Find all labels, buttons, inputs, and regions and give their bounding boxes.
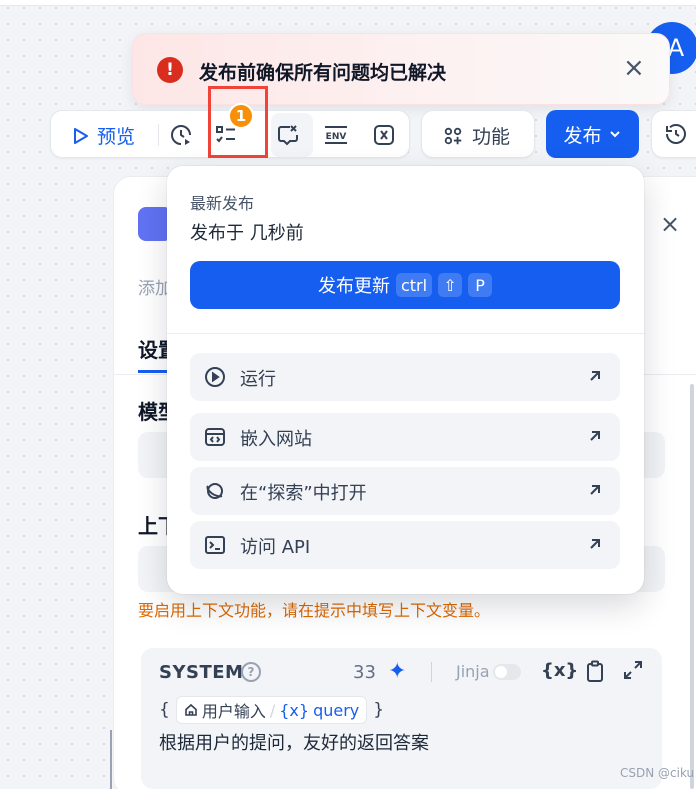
env-icon: ENV <box>325 126 347 144</box>
play-circle-icon <box>205 367 225 387</box>
chip-var-icon: {x} <box>279 700 310 720</box>
chip-source: 用户输入 <box>201 702 266 721</box>
help-icon[interactable]: ? <box>241 662 261 682</box>
arrow-up-right-icon <box>590 485 600 495</box>
context-warning: 要启用上下文功能，请在提示中填写上下文变量。 <box>138 601 491 620</box>
system-prompt-card: SYSTEM ? 33 ✦ Jinja {x} { 用户输入 / {x} quer… <box>141 648 662 789</box>
clock-play-icon <box>171 125 191 145</box>
env-icon-text: ENV <box>326 132 347 142</box>
char-count: 33 <box>353 662 376 683</box>
menu-item-explore[interactable]: 在“探索”中打开 <box>190 467 620 515</box>
panel-close-icon[interactable]: × <box>660 210 680 238</box>
prompt-variable-line: { 用户输入 / {x} query } <box>159 696 384 724</box>
expand-icon <box>624 661 642 679</box>
run-history-button[interactable] <box>166 121 196 149</box>
features-button[interactable]: 功能 <box>421 110 535 158</box>
env-button[interactable]: ENV <box>321 121 351 149</box>
publish-button[interactable]: 发布 <box>546 110 639 158</box>
chip-var-name: query <box>313 700 360 720</box>
publish-dropdown: 最新发布 发布于 几秒前 发布更新 ctrl ⇧ P 运行 嵌入网站 在“探索”… <box>167 166 644 594</box>
latest-publish-label: 最新发布 <box>190 194 255 213</box>
toast-message: 发布前确保所有问题均已解决 <box>199 62 447 84</box>
variable-x-icon <box>374 125 394 145</box>
arrow-up-right-icon <box>590 431 600 441</box>
panel-scrollbar[interactable] <box>690 384 694 789</box>
arrow-up-right-icon <box>590 539 600 549</box>
menu-item-run[interactable]: 运行 <box>190 353 620 401</box>
shortcut-key-p: P <box>468 273 493 297</box>
open-brace: { <box>159 700 170 720</box>
terminal-icon <box>205 536 225 554</box>
dropdown-divider <box>167 333 644 334</box>
insert-variable-icon[interactable]: {x} <box>541 660 578 681</box>
jinja-label: Jinja <box>456 662 490 681</box>
error-icon: ! <box>157 57 183 83</box>
features-button-content: 功能 <box>442 122 510 149</box>
toast-close-icon[interactable]: × <box>623 54 645 82</box>
arrow-up-right-icon <box>590 371 600 381</box>
menu-item-explore-label: 在“探索”中打开 <box>240 483 367 504</box>
chip-slash: / <box>269 700 276 720</box>
panel-left-handle[interactable] <box>110 730 112 789</box>
features-label: 功能 <box>472 126 511 148</box>
conversation-vars-button[interactable] <box>273 121 303 149</box>
close-brace: } <box>373 700 385 720</box>
global-vars-button[interactable] <box>369 121 399 149</box>
publish-update-button[interactable]: 发布更新 ctrl ⇧ P <box>190 261 620 309</box>
clipboard-icon <box>587 660 603 682</box>
copy-button[interactable] <box>585 660 605 686</box>
top-edge <box>0 0 696 6</box>
version-history-button[interactable] <box>651 110 696 158</box>
features-grid-icon <box>444 127 462 144</box>
play-icon <box>74 127 88 144</box>
menu-item-embed-label: 嵌入网站 <box>240 429 312 450</box>
variable-chip[interactable]: 用户输入 / {x} query <box>175 696 368 724</box>
published-time: 发布于 几秒前 <box>190 223 304 244</box>
publish-update-label: 发布更新 <box>317 276 390 297</box>
history-icon <box>666 124 686 144</box>
shortcut-key-ctrl: ctrl <box>395 273 433 297</box>
preview-button[interactable]: 预览 <box>73 122 135 149</box>
menu-item-api-label: 访问 API <box>240 537 311 558</box>
preview-label: 预览 <box>97 126 136 148</box>
menu-item-embed[interactable]: 嵌入网站 <box>190 413 620 461</box>
planet-icon <box>206 483 223 499</box>
toolbar-divider <box>158 124 159 146</box>
chat-var-icon <box>278 125 298 146</box>
system-role-title: SYSTEM <box>159 662 244 683</box>
menu-item-api[interactable]: 访问 API <box>190 521 620 569</box>
menu-item-run-label: 运行 <box>240 369 276 390</box>
system-prompt-text[interactable]: 根据用户的提问，友好的返回答案 <box>159 729 429 755</box>
shortcut-key-shift: ⇧ <box>438 273 463 297</box>
expand-button[interactable] <box>623 660 643 684</box>
publish-label: 发布 <box>563 125 602 147</box>
header-divider <box>431 662 432 682</box>
checklist-highlight-box <box>208 86 268 158</box>
watermark: CSDN @ciku <box>620 766 695 780</box>
embed-window-icon <box>205 428 225 446</box>
jinja-toggle[interactable] <box>493 664 521 680</box>
chevron-down-icon <box>609 131 620 138</box>
ai-generate-icon[interactable]: ✦ <box>388 659 406 684</box>
home-icon <box>185 703 197 716</box>
